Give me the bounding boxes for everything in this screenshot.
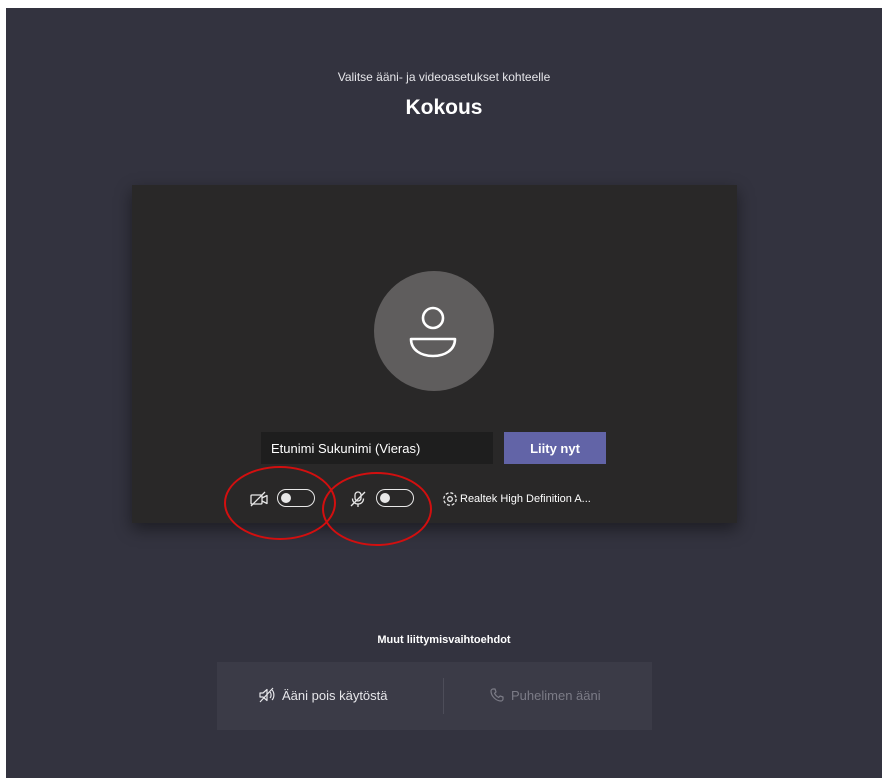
join-now-button[interactable]: Liity nyt: [504, 432, 606, 464]
join-screen: Valitse ääni- ja videoasetukset kohteell…: [6, 8, 882, 778]
phone-icon: [490, 688, 504, 702]
page-title: Kokous: [405, 96, 483, 119]
audio-device-label[interactable]: Realtek High Definition A...: [460, 493, 591, 505]
mic-toggle[interactable]: [376, 489, 414, 507]
camera-toggle-knob: [281, 492, 291, 503]
video-preview: Liity nyt Realte: [132, 185, 737, 523]
speaker-off-icon: [259, 687, 275, 703]
page-subtitle: Valitse ääni- ja videoasetukset kohteell…: [337, 70, 551, 84]
options-divider: [443, 678, 444, 714]
other-join-options: Ääni pois käytöstä Puhelimen ääni: [217, 662, 652, 730]
name-input[interactable]: [261, 432, 493, 464]
gear-icon[interactable]: [440, 490, 460, 508]
mic-toggle-knob: [380, 492, 390, 503]
avatar: [374, 271, 494, 391]
camera-off-icon[interactable]: [249, 490, 269, 508]
other-options-heading: Muut liittymisvaihtoehdot: [377, 634, 511, 646]
person-icon: [409, 306, 457, 358]
audio-off-option[interactable]: Ääni pois käytöstä: [258, 687, 388, 703]
phone-audio-option[interactable]: Puhelimen ääni: [489, 687, 601, 703]
audio-off-label: Ääni pois käytöstä: [282, 688, 388, 703]
mic-off-icon[interactable]: [348, 490, 368, 508]
device-controls: Realtek High Definition A...: [132, 486, 737, 512]
camera-toggle[interactable]: [277, 489, 315, 507]
phone-audio-label: Puhelimen ääni: [511, 688, 601, 703]
